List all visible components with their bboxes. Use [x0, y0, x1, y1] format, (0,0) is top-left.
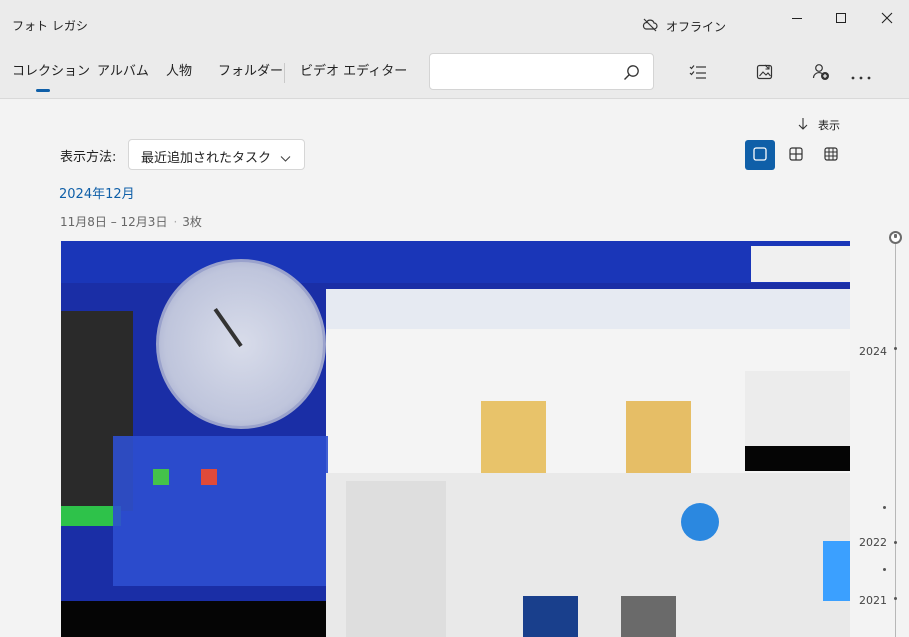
minimize-button[interactable] [774, 4, 820, 32]
select-icon [689, 64, 707, 84]
thumb-window-sidebar [346, 481, 446, 637]
app-title: フォト レガシ [12, 19, 88, 33]
single-square-icon [753, 146, 767, 165]
small-grid-button[interactable] [816, 140, 846, 170]
date-range: 11月8日 – 12月3日 [60, 215, 168, 229]
timeline-marker [894, 541, 897, 544]
tab-people[interactable]: 人物 [166, 60, 192, 90]
tab-album[interactable]: アルバム [97, 60, 149, 90]
import-icon [756, 63, 774, 85]
timeline-year[interactable]: 2024 [847, 345, 887, 358]
arrow-down-icon [798, 117, 808, 133]
thumb-icon [823, 541, 850, 601]
search-icon[interactable] [623, 64, 640, 85]
single-view-button[interactable] [745, 140, 775, 170]
cloud-offline-icon [642, 18, 658, 35]
photo-count: 3枚 [182, 215, 202, 229]
thumb-folder [626, 401, 691, 476]
more-button[interactable] [847, 60, 875, 88]
close-button[interactable] [864, 4, 909, 32]
minimize-icon [791, 9, 803, 28]
tab-label: ビデオ エディター [300, 64, 408, 79]
tab-collection[interactable]: コレクション [12, 60, 91, 92]
search-box[interactable] [429, 53, 654, 90]
close-icon [881, 9, 893, 28]
thumb-panel [745, 446, 850, 471]
sort-label: 表示 [818, 119, 840, 132]
thumb-bg [61, 506, 121, 526]
timeline-marker [883, 506, 886, 509]
view-mode-value: 最近追加されたタスク [141, 151, 272, 166]
view-mode-dropdown[interactable]: 最近追加されたタスク [128, 139, 305, 170]
thumb-bar [61, 601, 326, 637]
thumb-icon [523, 596, 578, 637]
sort-toggle[interactable]: 表示 [798, 116, 840, 134]
thumb-icons [113, 436, 328, 586]
thumb-icon [621, 596, 676, 637]
thumb-window-ribbon [326, 289, 850, 329]
import-button[interactable] [751, 60, 779, 88]
thumb-bg [61, 241, 850, 283]
tab-folders[interactable]: フォルダー [218, 60, 283, 90]
thumb-bg [751, 246, 850, 282]
select-button[interactable] [684, 60, 712, 88]
timeline-track[interactable] [895, 244, 896, 637]
thumb-icon [153, 469, 169, 485]
search-input[interactable] [438, 62, 608, 82]
timeline-year[interactable]: 2021 [847, 594, 887, 607]
offline-status[interactable]: オフライン [642, 16, 726, 36]
tab-label: アルバム [97, 64, 149, 79]
photo-thumbnail[interactable] [61, 241, 850, 637]
thumb-icon [201, 469, 217, 485]
chevron-down-icon [280, 149, 291, 168]
thumb-icon [681, 503, 719, 541]
timeline-marker [894, 347, 897, 350]
offline-label: オフライン [666, 19, 727, 34]
add-person-button[interactable] [807, 60, 835, 88]
timeline-marker [894, 597, 897, 600]
month-heading[interactable]: 2024年12月 [59, 183, 135, 202]
title-bar: フォト レガシ オフライン コレクション アルバム 人物 フォルダー ビデオ エ… [0, 0, 909, 99]
tab-label: コレクション [12, 64, 91, 79]
tab-label: 人物 [166, 64, 193, 79]
tab-label: フォルダー [218, 64, 284, 79]
timeline-marker [883, 568, 886, 571]
maximize-button[interactable] [818, 4, 864, 32]
add-person-icon [812, 63, 830, 85]
thumb-folder [481, 401, 546, 476]
tab-video-editor[interactable]: ビデオ エディター [300, 60, 407, 90]
date-range-info: 11月8日 – 12月3日 · 3枚 [60, 215, 202, 229]
medium-grid-icon [789, 146, 803, 165]
maximize-icon [835, 9, 847, 28]
more-icon [851, 65, 871, 84]
timeline-year[interactable]: 2022 [847, 536, 887, 549]
small-grid-icon [824, 146, 838, 165]
medium-grid-button[interactable] [781, 140, 811, 170]
timeline-handle[interactable] [889, 231, 902, 244]
tab-divider [284, 63, 285, 83]
view-mode-label: 表示方法: [60, 150, 117, 165]
